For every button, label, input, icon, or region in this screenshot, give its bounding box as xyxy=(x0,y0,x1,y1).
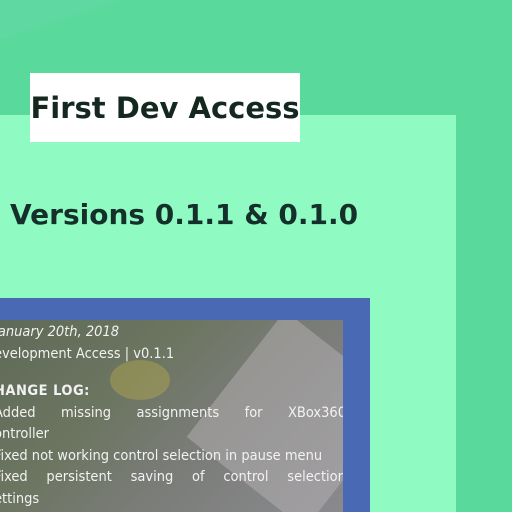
changelog-line-4: Fixed persistent saving of control selec… xyxy=(0,469,343,485)
changelog-build: evelopment Access | v0.1.1 xyxy=(0,345,175,362)
version-heading: Versions 0.1.1 & 0.1.0 xyxy=(10,198,359,231)
title-tab: First Dev Access xyxy=(30,73,300,142)
changelog-text: January 20th, 2018 evelopment Access | v… xyxy=(0,322,343,510)
changelog-line-2: ontroller xyxy=(0,426,50,442)
changelog-screenshot: January 20th, 2018 evelopment Access | v… xyxy=(0,320,343,512)
changelog-line-5: ettings xyxy=(0,490,40,507)
decorative-stripe xyxy=(0,0,146,45)
page-title: First Dev Access xyxy=(30,90,300,125)
changelog-line-3: Fixed not working control selection in p… xyxy=(0,447,323,464)
changelog-date: January 20th, 2018 xyxy=(0,324,120,340)
changelog-line-1: Added missing assignments for XBox360 xyxy=(0,404,343,421)
changelog-card[interactable]: January 20th, 2018 evelopment Access | v… xyxy=(0,298,370,512)
changelog-header: HANGE LOG: xyxy=(0,383,90,399)
